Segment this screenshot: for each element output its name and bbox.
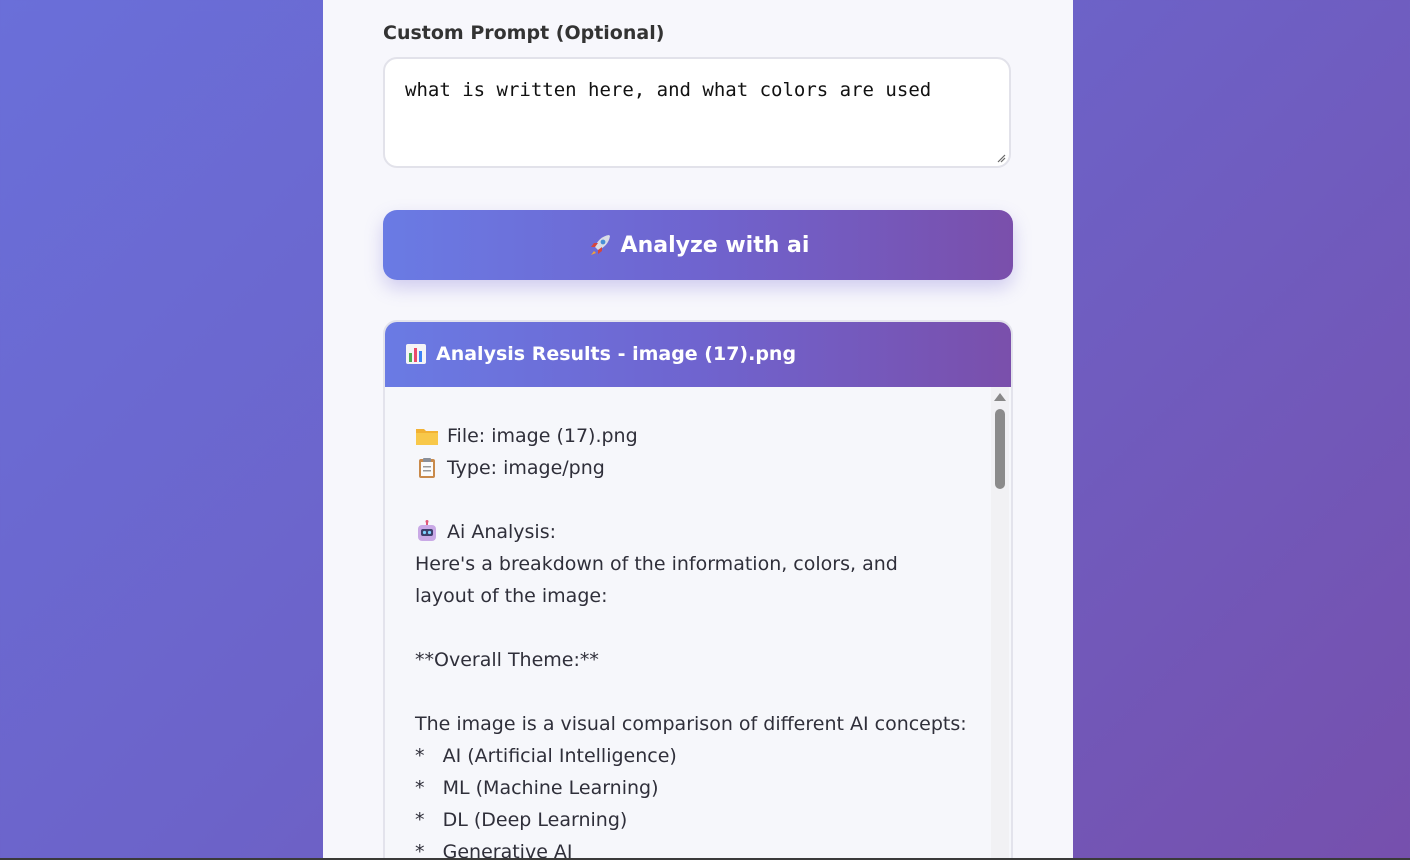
file-name-text: File: image (17).png xyxy=(447,425,638,447)
type-line: Type: image/png xyxy=(415,452,975,484)
main-card: Custom Prompt (Optional) what is written… xyxy=(323,0,1073,860)
robot-icon xyxy=(415,520,441,544)
results-scrollbar[interactable] xyxy=(991,387,1009,860)
custom-prompt-textarea[interactable]: what is written here, and what colors ar… xyxy=(383,57,1011,168)
list-item: * AI (Artificial Intelligence) xyxy=(415,745,677,767)
file-type-text: Type: image/png xyxy=(447,457,605,479)
list-item: * ML (Machine Learning) xyxy=(415,777,659,799)
list-item: * DL (Deep Learning) xyxy=(415,809,628,831)
folder-icon xyxy=(415,425,441,447)
analysis-intro: Here's a breakdown of the information, c… xyxy=(415,553,898,607)
analysis-heading-text: Ai Analysis: xyxy=(447,521,556,543)
results-header: Analysis Results - image (17).png xyxy=(385,322,1011,387)
custom-prompt-value[interactable]: what is written here, and what colors ar… xyxy=(405,79,931,101)
bar-chart-icon xyxy=(405,343,427,365)
analysis-heading: Ai Analysis: xyxy=(415,516,975,548)
custom-prompt-label: Custom Prompt (Optional) xyxy=(383,22,665,44)
results-content: File: image (17).png Type: image/png Ai … xyxy=(415,420,975,860)
results-title: Analysis Results - image (17).png xyxy=(436,342,797,365)
comparison-intro: The image is a visual comparison of diff… xyxy=(415,713,967,735)
scrollbar-thumb[interactable] xyxy=(995,409,1005,489)
list-item: * Generative AI xyxy=(415,841,573,860)
file-line: File: image (17).png xyxy=(415,420,975,452)
analyze-button-label: Analyze with ai xyxy=(620,232,810,258)
analyze-button[interactable]: Analyze with ai xyxy=(383,210,1013,280)
resize-grip-icon[interactable] xyxy=(996,153,1006,163)
rocket-icon xyxy=(587,232,613,258)
analysis-results-panel: Analysis Results - image (17).png File: … xyxy=(383,320,1013,860)
scroll-up-arrow-icon[interactable] xyxy=(994,393,1006,401)
overall-theme-heading: **Overall Theme:** xyxy=(415,649,599,671)
clipboard-icon xyxy=(415,457,441,479)
